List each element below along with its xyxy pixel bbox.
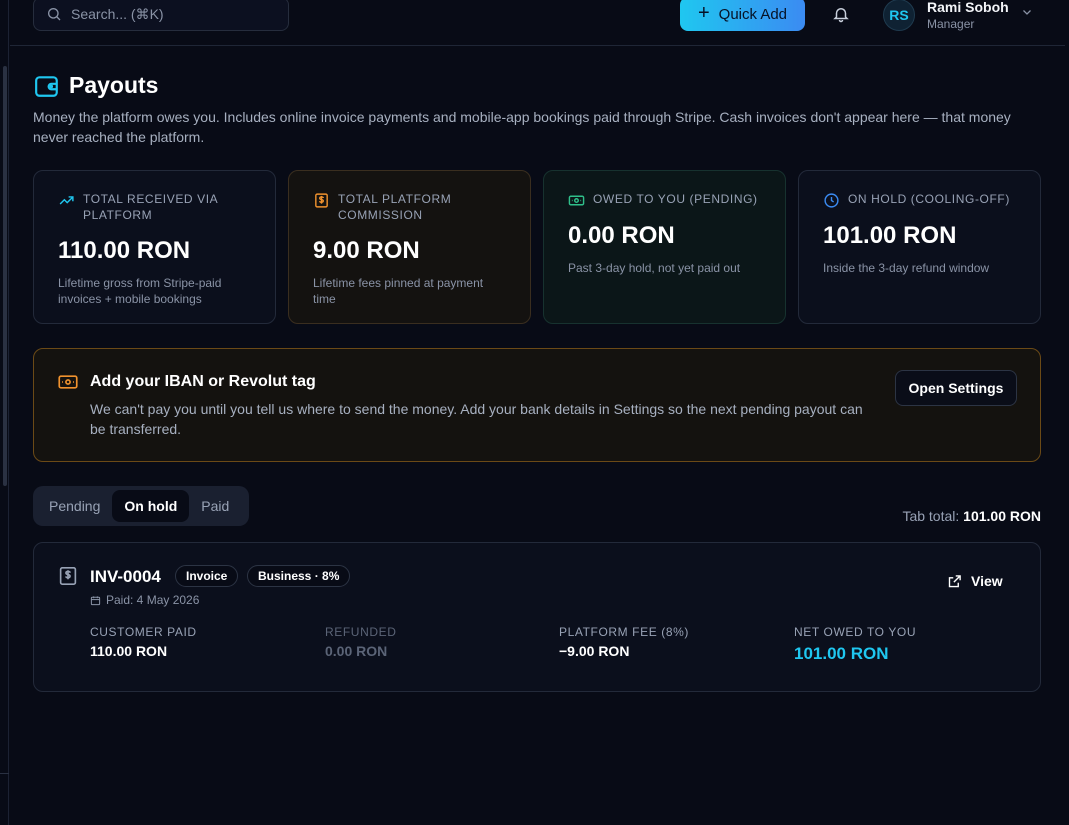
plus-icon: + [697,2,710,24]
invoice-number[interactable]: INV-0004 [90,567,161,587]
iban-banner: Add your IBAN or Revolut tag We can't pa… [33,348,1041,462]
search-icon [48,7,61,21]
stat-subtext: Lifetime gross from Stripe-paid invoices… [58,276,222,306]
banknote-icon [58,375,78,389]
user-name[interactable]: Rami Soboh [927,0,1009,15]
chevron-down-icon[interactable] [1021,6,1033,18]
banner-title: Add your IBAN or Revolut tag [90,373,316,390]
dollar-receipt-icon [59,567,77,585]
stat-card-platform-commission: TOTAL PLATFORM COMMISSION 9.00 RON Lifet… [288,170,531,324]
paid-date: Paid: 4 May 2026 [90,593,199,607]
left-sidebar-edge [0,0,9,825]
metric-platform-fee: PLATFORM FEE (8%) −9.00 RON [559,625,689,659]
type-badge: Invoice [175,565,239,587]
divider [0,773,9,774]
tab-paid[interactable]: Paid [189,490,241,522]
tab-on-hold[interactable]: On hold [112,490,190,522]
banner-text: We can't pay you until you tell us where… [90,401,863,437]
stat-subtext: Lifetime fees pinned at payment time [313,276,484,306]
tab-total-value: 101.00 RON [963,508,1041,524]
page-title: Payouts [69,72,159,98]
stat-value: 110.00 RON [58,237,191,264]
search-input[interactable]: Search... (⌘K) [33,0,289,31]
tab-total: Tab total: 101.00 RON [902,508,1041,524]
user-role: Manager [927,17,975,31]
stat-label: TOTAL RECEIVED VIA PLATFORM [83,192,218,222]
trending-up-icon [59,196,74,205]
stat-value: 101.00 RON [823,222,957,249]
stat-card-on-hold: ON HOLD (COOLING-OFF) 101.00 RON Inside … [798,170,1041,324]
stat-subtext: Past 3-day hold, not yet paid out [568,261,741,275]
stat-value: 9.00 RON [313,237,420,264]
banknote-icon [568,195,585,206]
stat-label: OWED TO YOU (PENDING) [593,192,758,206]
stat-label: TOTAL PLATFORM COMMISSION [338,192,452,222]
quick-add-button[interactable]: + Quick Add [680,0,805,31]
dollar-receipt-icon [315,193,328,208]
scrollbar-thumb[interactable] [3,66,7,486]
paid-date-text: Paid: 4 May 2026 [106,593,200,607]
page-description: Money the platform owes you. Includes on… [33,109,1011,145]
stat-card-owed-pending: OWED TO YOU (PENDING) 0.00 RON Past 3-da… [543,170,786,324]
payout-tabs: Pending On hold Paid [33,486,249,526]
stat-subtext: Inside the 3-day refund window [823,261,990,275]
calendar-icon [90,595,101,605]
external-link-icon [948,574,961,587]
search-placeholder: Search... (⌘K) [71,5,164,22]
view-label: View [971,573,1003,589]
stat-card-total-received: TOTAL RECEIVED VIA PLATFORM 110.00 RON L… [33,170,276,324]
bell-icon[interactable] [832,5,850,23]
plan-badge: Business · 8% [247,565,351,587]
tab-pending[interactable]: Pending [37,490,112,522]
open-settings-button[interactable]: Open Settings [895,370,1017,406]
avatar[interactable]: RS [883,0,915,31]
tab-total-label: Tab total: [902,508,960,524]
payout-card: INV-0004 Invoice Business · 8% Paid: 4 M… [33,542,1041,692]
wallet-icon [35,76,58,97]
metric-customer-paid: CUSTOMER PAID 110.00 RON [90,625,197,659]
metric-refunded: REFUNDED 0.00 RON [325,625,397,659]
stat-value: 0.00 RON [568,222,675,249]
top-bar: Search... (⌘K) + Quick Add RS Rami Soboh… [10,0,1065,46]
view-button[interactable]: View [947,573,1003,589]
quick-add-label: Quick Add [718,5,788,23]
stat-label: ON HOLD (COOLING-OFF) [848,192,1010,206]
metric-net-owed: NET OWED TO YOU 101.00 RON [794,625,917,663]
clock-icon [824,193,839,208]
